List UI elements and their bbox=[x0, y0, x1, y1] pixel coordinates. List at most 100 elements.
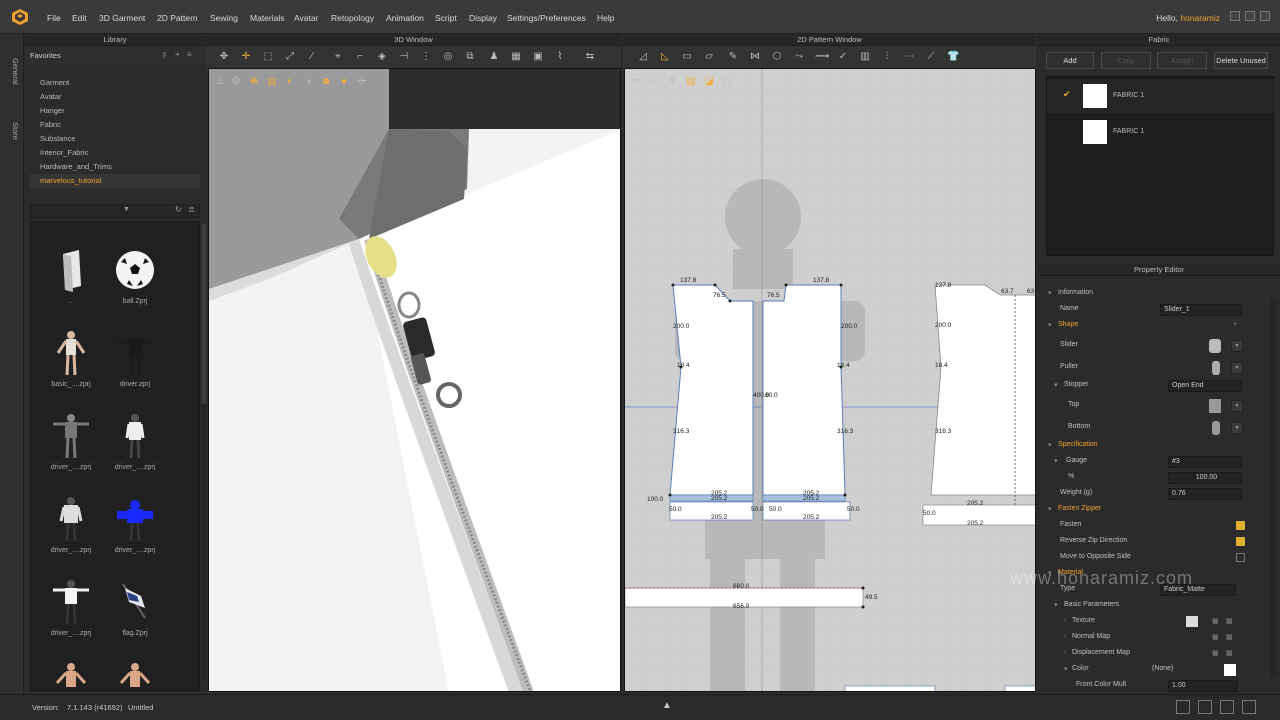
refresh-icon[interactable]: ↻ bbox=[175, 205, 182, 214]
thumb-driver-5[interactable]: driver_....zprj bbox=[103, 493, 167, 575]
display-hair-icon[interactable]: ☻ bbox=[320, 76, 332, 88]
top-stopper-icon[interactable] bbox=[1209, 399, 1221, 413]
folder-interior-fabric[interactable]: Interior_Fabric bbox=[30, 146, 200, 160]
elastic-icon[interactable]: ⋯ bbox=[903, 51, 915, 63]
thumb-driver-4[interactable]: driver_....zprj bbox=[39, 493, 103, 575]
thumb-driver-3[interactable]: driver_....zprj bbox=[103, 410, 167, 492]
puckering-icon[interactable]: ⌇ bbox=[554, 51, 566, 63]
display-avatar-icon[interactable]: ♙ bbox=[214, 76, 226, 88]
display-garment-icon[interactable]: ⚙ bbox=[230, 76, 242, 88]
menu-materials[interactable]: Materials bbox=[250, 13, 284, 23]
prop-basic-params[interactable]: ▾ Basic Parameters bbox=[1038, 598, 1268, 614]
texture-grid-icon[interactable]: ▦ bbox=[1212, 617, 1219, 625]
view-mode-icon[interactable]: ≣ bbox=[188, 205, 195, 214]
polygon-icon[interactable]: ▱ bbox=[703, 51, 715, 63]
layout-single-icon[interactable] bbox=[1176, 700, 1190, 714]
fabric-item[interactable]: FABRIC 1 bbox=[1047, 115, 1275, 149]
menu-animation[interactable]: Animation bbox=[386, 13, 424, 23]
folder-avatar[interactable]: Avatar bbox=[30, 90, 200, 104]
zipper-2d-icon[interactable]: ⫶ bbox=[881, 51, 893, 63]
arrow-icon[interactable]: ⇆ bbox=[584, 51, 596, 63]
tab-store[interactable]: Store bbox=[4, 116, 20, 146]
thumb-ball[interactable]: ball.Zprj bbox=[103, 244, 167, 326]
prop-stopper[interactable]: ▾ Stopper Open End bbox=[1038, 378, 1268, 394]
tack-icon[interactable]: ◈ bbox=[376, 51, 388, 63]
thumb-parent-folder[interactable]: .. bbox=[39, 244, 103, 326]
display-texture-icon[interactable]: ▤ bbox=[266, 76, 278, 88]
segment-sewing-icon[interactable]: ⤳ bbox=[793, 51, 805, 63]
puller-dropdown[interactable]: ▾ bbox=[1231, 362, 1243, 374]
folder-garment[interactable]: Garment bbox=[30, 76, 200, 90]
top-dropdown[interactable]: ▾ bbox=[1231, 400, 1243, 412]
folder-fabric[interactable]: Fabric bbox=[30, 118, 200, 132]
trim-tool-icon[interactable]: ⧉ bbox=[464, 51, 476, 63]
2d-viewport[interactable]: 137.8 76.5 76.5 137.8 200.0 200.0 18.4 18.4 400.… bbox=[624, 68, 1036, 692]
3d-viewport[interactable] bbox=[208, 68, 621, 692]
menu-avatar[interactable]: Avatar bbox=[294, 13, 318, 23]
thumb-driver[interactable]: driver.zprj bbox=[103, 327, 167, 409]
thumb-driver-2[interactable]: driver_....zprj bbox=[39, 410, 103, 492]
weight-input[interactable]: 0.76 bbox=[1168, 488, 1242, 500]
prop-fasten-zipper[interactable]: ▾ Fasten Zipper bbox=[1038, 502, 1268, 518]
zipper-tool-icon[interactable]: ⋮ bbox=[420, 51, 432, 63]
seam-allowance-icon[interactable]: ⬡ bbox=[771, 51, 783, 63]
property-scrollbar[interactable] bbox=[1270, 298, 1276, 678]
assign-fabric-button[interactable]: Assign bbox=[1157, 52, 1207, 69]
menu-display[interactable]: Display bbox=[469, 13, 497, 23]
transform-pattern-icon[interactable]: ◿ bbox=[637, 51, 649, 63]
menu-retopology[interactable]: Retopology bbox=[331, 13, 374, 23]
normal-map-settings-icon[interactable]: ▦ bbox=[1226, 633, 1233, 641]
avatar-measure-icon[interactable]: ♟ bbox=[488, 51, 500, 63]
layout-split-icon[interactable] bbox=[1198, 700, 1212, 714]
username[interactable]: honaramiz bbox=[1180, 13, 1220, 23]
pin-icon[interactable]: ⌖ bbox=[332, 51, 344, 63]
menu-help[interactable]: Help bbox=[597, 13, 614, 23]
rectangle-icon[interactable]: ▭ bbox=[681, 51, 693, 63]
fold-icon[interactable]: ⌐ bbox=[354, 51, 366, 63]
prop-information[interactable]: ▾ Information bbox=[1038, 286, 1268, 302]
add-icon[interactable]: + bbox=[175, 50, 180, 59]
move-opposite-checkbox[interactable] bbox=[1236, 553, 1245, 562]
copy-fabric-button[interactable]: Copy bbox=[1101, 52, 1151, 69]
display-sewing-icon[interactable]: ❋ bbox=[248, 76, 260, 88]
delete-unused-button[interactable]: Delete Unused bbox=[1214, 52, 1268, 69]
layout-2d-icon[interactable] bbox=[1242, 700, 1256, 714]
prop-specification[interactable]: ▾ Specification bbox=[1038, 438, 1268, 454]
transform-icon[interactable]: ✛ bbox=[240, 51, 252, 63]
show-grid-icon[interactable]: ▢ bbox=[721, 76, 733, 88]
layout-3d-icon[interactable] bbox=[1220, 700, 1234, 714]
thumb-avatar-8[interactable] bbox=[103, 659, 167, 690]
tab-general[interactable]: General bbox=[4, 46, 20, 96]
texture-settings-icon[interactable]: ▦ bbox=[1226, 617, 1233, 625]
prop-gauge[interactable]: ▾ Gauge #3 bbox=[1038, 454, 1268, 470]
gauge-select[interactable]: #3 bbox=[1168, 456, 1242, 468]
chevron-down-icon[interactable]: ▼ bbox=[123, 206, 130, 213]
stopper-select[interactable]: Open End bbox=[1168, 380, 1242, 392]
plus-icon[interactable]: + bbox=[1233, 321, 1237, 328]
show-info-icon[interactable]: ▧ bbox=[685, 76, 697, 88]
show-texture-2d-icon[interactable]: ⚐ bbox=[649, 76, 661, 88]
expand-up-icon[interactable]: ▲ bbox=[662, 700, 672, 711]
texture-swatch[interactable] bbox=[1186, 616, 1198, 627]
internal-line-icon[interactable]: ✎ bbox=[727, 51, 739, 63]
thumb-flag[interactable]: flag.Zprj bbox=[103, 576, 167, 658]
fold-arrange-icon[interactable]: ⟋ bbox=[925, 51, 937, 63]
menu-3d-garment[interactable]: 3D Garment bbox=[99, 13, 145, 23]
menu-file[interactable]: File bbox=[47, 13, 61, 23]
edit-curve-icon[interactable]: ⤢ bbox=[284, 51, 296, 63]
bottom-stopper-icon[interactable] bbox=[1212, 421, 1220, 435]
add-fabric-button[interactable]: Add bbox=[1046, 52, 1094, 69]
line-icon[interactable]: ⁄ bbox=[306, 51, 318, 63]
display-lights-icon[interactable]: ◑ bbox=[302, 76, 314, 88]
minimize-button[interactable] bbox=[1230, 11, 1240, 21]
slider-dropdown[interactable]: ▾ bbox=[1231, 340, 1243, 352]
free-sewing-icon[interactable]: ⟿ bbox=[815, 51, 829, 63]
show-baseline-icon[interactable]: ⚲ bbox=[667, 76, 679, 88]
menu-settings[interactable]: Settings/Preferences bbox=[507, 13, 586, 23]
name-input[interactable]: Slider_1 bbox=[1160, 304, 1242, 316]
check-sewing-icon[interactable]: ✓ bbox=[837, 51, 849, 63]
garment-icon[interactable]: 👕 bbox=[947, 51, 959, 63]
prop-shape[interactable]: ▾ Shape + bbox=[1038, 318, 1268, 334]
front-color-mult-input[interactable]: 1.00 bbox=[1168, 680, 1238, 692]
button-tool-icon[interactable]: ◎ bbox=[442, 51, 454, 63]
